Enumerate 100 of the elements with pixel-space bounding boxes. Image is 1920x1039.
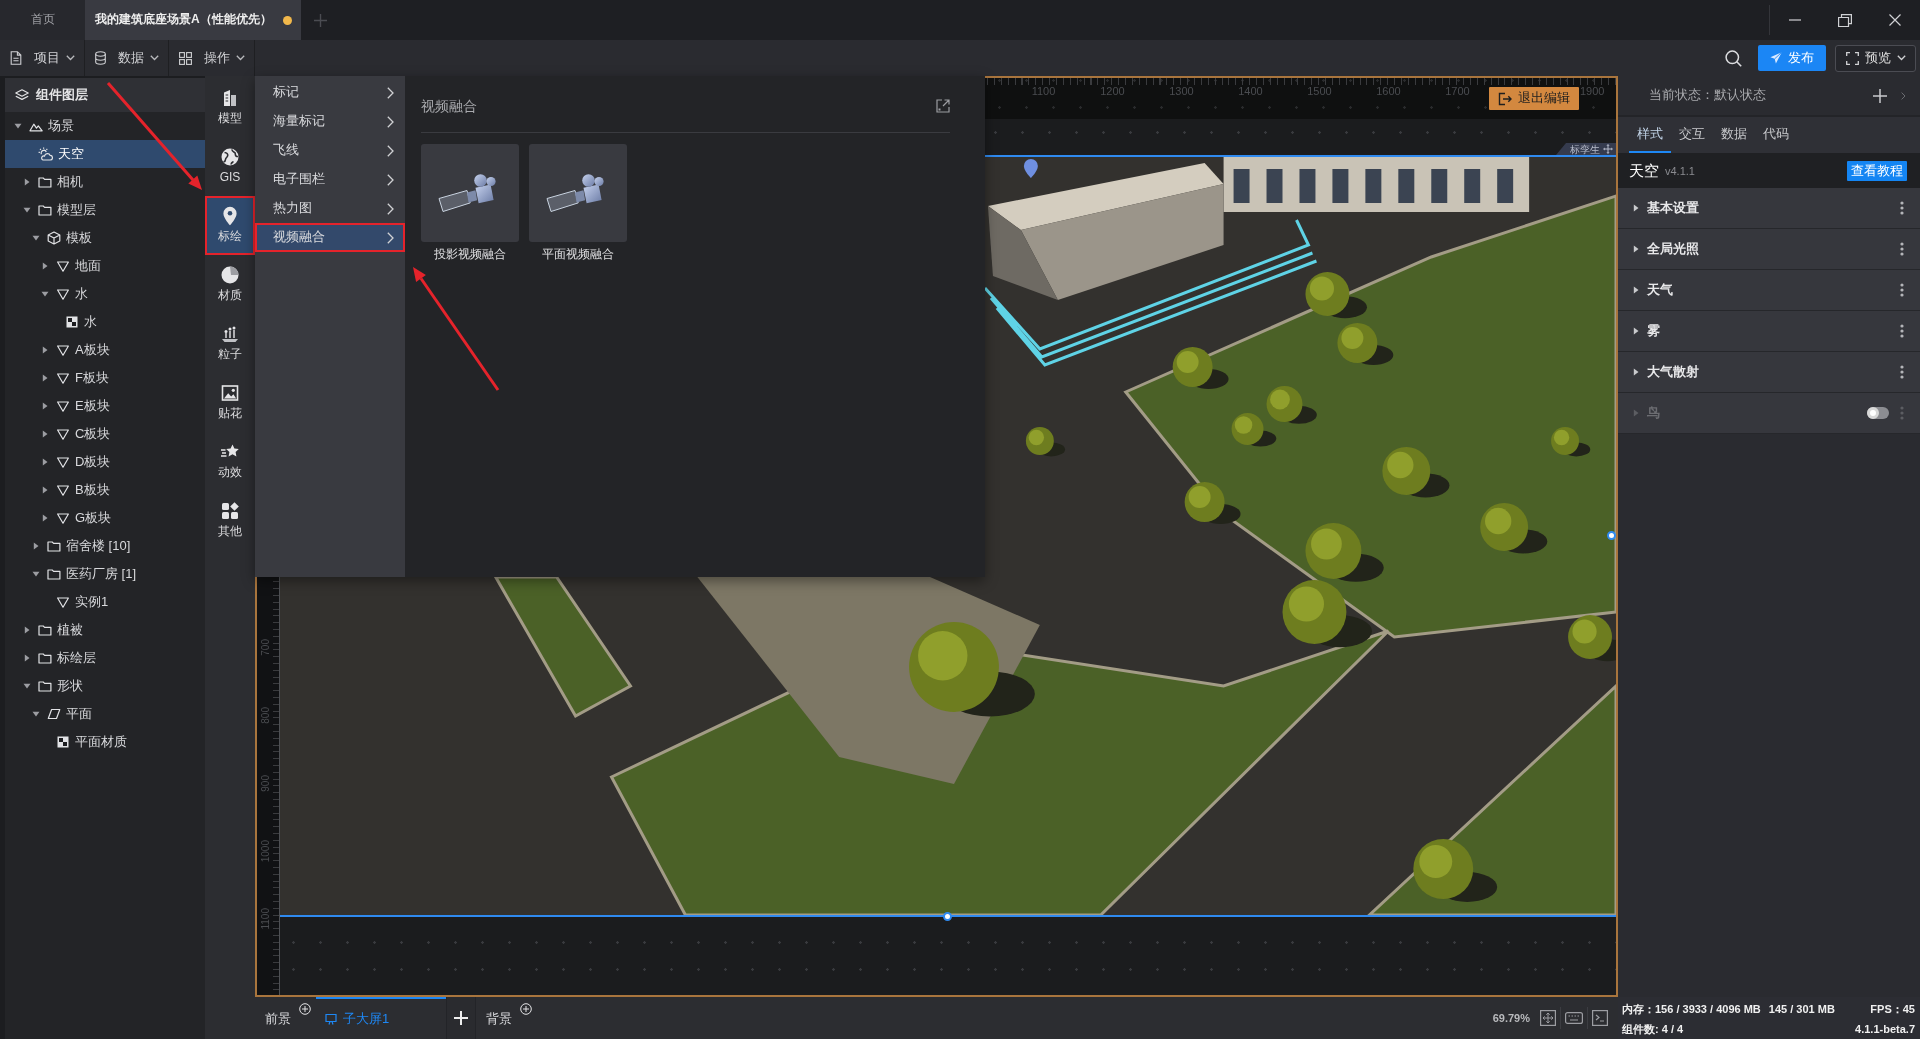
more-icon[interactable] [1900,242,1904,256]
caret-right-icon[interactable] [42,486,48,494]
tree-item[interactable]: 实例1 [5,588,205,616]
tree-item[interactable]: D板块 [5,448,205,476]
menu-item[interactable]: 热力图 [255,194,405,223]
section-header[interactable]: 雾 [1618,311,1920,352]
section-header[interactable]: 基本设置 [1618,188,1920,229]
section-header[interactable]: 全局光照 [1618,229,1920,270]
publish-button[interactable]: 发布 [1758,45,1826,71]
tool-rail-tab[interactable]: 模型 [205,78,255,137]
tool-rail-tab[interactable]: 材质 [205,255,255,314]
tree-item[interactable]: B板块 [5,476,205,504]
more-icon[interactable] [1900,201,1904,215]
caret-down-icon[interactable] [41,291,49,297]
tree-item[interactable]: 相机 [5,168,205,196]
caret-down-icon[interactable] [32,711,40,717]
menu-item[interactable]: 电子围栏 [255,165,405,194]
menu-item[interactable]: 标记 [255,78,405,107]
tool-rail-tab[interactable]: 粒子 [205,314,255,373]
title-tab[interactable]: 首页 [0,0,85,40]
tree-item[interactable]: 平面材质 [5,728,205,756]
menu-item[interactable]: 海量标记 [255,107,405,136]
caret-right-icon[interactable] [42,346,48,354]
property-tab[interactable]: 代码 [1755,117,1797,153]
caret-right-icon[interactable] [33,542,39,550]
preview-button[interactable]: 预览 [1835,44,1916,72]
caret-right-icon[interactable] [42,458,48,466]
component-tag[interactable]: 标孪生 [1556,143,1616,155]
section-header[interactable]: 大气散射 [1618,352,1920,393]
tree-item[interactable]: G板块 [5,504,205,532]
close-icon[interactable] [1889,14,1901,26]
terminal-icon[interactable] [1592,1010,1608,1026]
layer-tab[interactable]: 背景 [476,997,537,1039]
fit-screen-icon[interactable] [1540,1010,1556,1026]
caret-down-icon[interactable] [32,571,40,577]
title-tab[interactable]: 我的建筑底座场景A（性能优先） [85,0,301,40]
caret-down-icon[interactable] [23,683,31,689]
caret-right-icon[interactable] [42,262,48,270]
add-circle-icon[interactable] [299,1003,311,1015]
tree-item[interactable]: A板块 [5,336,205,364]
property-tab[interactable]: 数据 [1713,117,1755,153]
add-screen-button[interactable] [446,997,476,1039]
tree-item[interactable]: 模板 [5,224,205,252]
more-icon[interactable] [1900,324,1904,338]
tree-item[interactable]: C板块 [5,420,205,448]
fps-counter: FPS：45 [1870,1001,1915,1017]
search-icon[interactable] [1725,49,1742,67]
menu-item[interactable]: 视频融合 [255,223,405,252]
component-thumbnail[interactable] [529,144,627,242]
tree-item[interactable]: 水 [5,308,205,336]
tree-item[interactable]: 宿舍楼 [10] [5,532,205,560]
caret-right-icon[interactable] [42,374,48,382]
tree-item[interactable]: 医药厂房 [1] [5,560,205,588]
tree-item[interactable]: 天空 [5,140,205,168]
caret-down-icon[interactable] [32,235,40,241]
resize-handle[interactable] [943,912,952,921]
exit-edit-button[interactable]: 退出编辑 [1489,87,1579,110]
caret-right-icon[interactable] [24,626,30,634]
more-icon[interactable] [1900,365,1904,379]
tree-item[interactable]: 形状 [5,672,205,700]
caret-down-icon[interactable] [14,123,22,129]
keyboard-icon[interactable] [1565,1012,1583,1024]
expand-icon[interactable] [936,99,950,113]
caret-right-icon[interactable] [24,654,30,662]
menu-dropdown[interactable]: 数据 [85,40,169,76]
tree-item[interactable]: 水 [5,280,205,308]
toggle-switch[interactable] [1867,407,1889,419]
menu-dropdown[interactable]: 项目 [0,40,85,76]
caret-down-icon[interactable] [23,207,31,213]
tool-rail-tab[interactable]: GIS [205,137,255,196]
caret-right-icon[interactable] [42,514,48,522]
more-icon[interactable] [1900,283,1904,297]
restore-icon[interactable] [1838,13,1852,27]
tool-rail-tab[interactable]: 标绘 [205,196,255,255]
add-circle-icon[interactable] [520,1003,532,1015]
tree-item[interactable]: 场景 [5,112,205,140]
triangle-icon [56,483,70,497]
tree-item[interactable]: 地面 [5,252,205,280]
component-thumbnail[interactable] [421,144,519,242]
tree-item[interactable]: 标绘层 [5,644,205,672]
tree [1231,413,1277,447]
tree-item[interactable]: 植被 [5,616,205,644]
tool-rail-tab[interactable]: 贴花 [205,373,255,432]
tree-item[interactable]: F板块 [5,364,205,392]
chevron-right-icon[interactable] [1901,91,1906,100]
move-icon[interactable] [1603,144,1613,154]
tree-item[interactable]: 模型层 [5,196,205,224]
section-header[interactable]: 天气 [1618,270,1920,311]
caret-right-icon[interactable] [42,402,48,410]
tree-item[interactable]: 平面 [5,700,205,728]
caret-right-icon[interactable] [42,430,48,438]
property-tab[interactable]: 交互 [1671,117,1713,153]
tutorial-button[interactable]: 查看教程 [1847,160,1907,181]
caret-right-icon[interactable] [24,178,30,186]
layer-tab[interactable]: 前景 [255,997,316,1039]
menu-item[interactable]: 飞线 [255,136,405,165]
tool-rail-tab[interactable]: 其他 [205,491,255,550]
tree-item[interactable]: E板块 [5,392,205,420]
tool-rail-tab[interactable]: 动效 [205,432,255,491]
resize-handle[interactable] [1607,531,1616,540]
